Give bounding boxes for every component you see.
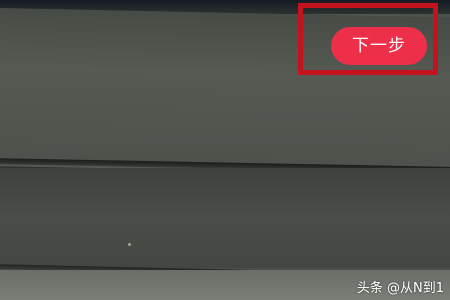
device-screen-photo: 下一步 头条 @从N到1 [0, 0, 450, 300]
watermark-text: 头条 @从N到1 [356, 281, 444, 296]
dust-speck [128, 243, 131, 246]
next-step-button[interactable]: 下一步 [331, 27, 427, 65]
lower-screen-panel [0, 168, 450, 268]
